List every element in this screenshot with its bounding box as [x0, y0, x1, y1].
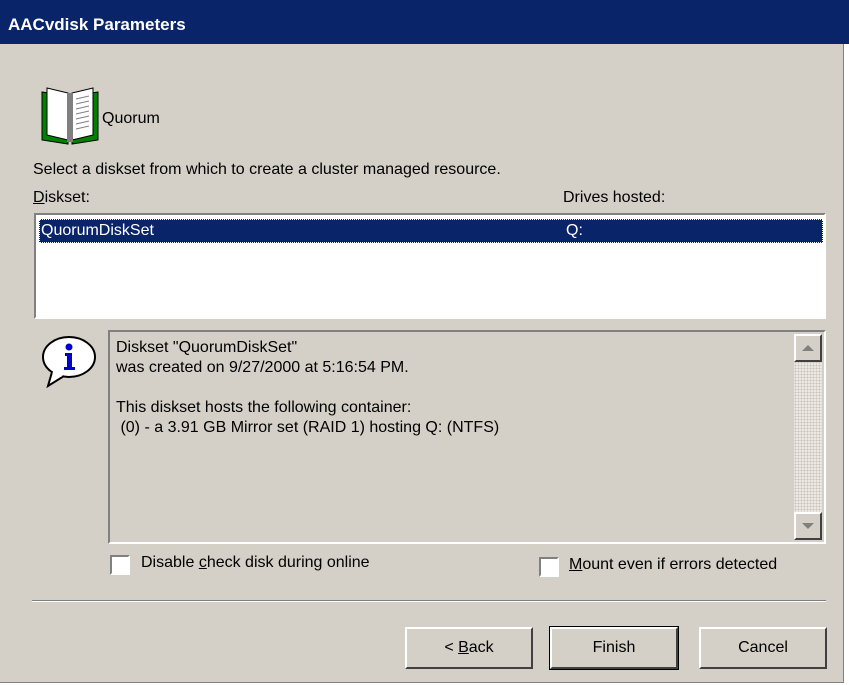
- finish-button[interactable]: Finish: [549, 626, 679, 670]
- chevron-down-icon: [802, 523, 814, 529]
- disable-check-pre: Disable: [141, 554, 199, 571]
- drives-column-header: Drives hosted:: [563, 189, 666, 206]
- window-title: AACvdisk Parameters: [8, 15, 186, 34]
- back-pre: <: [444, 639, 459, 656]
- dialog-window: AACvdisk Parameters Quorum Select a disk…: [0, 0, 849, 683]
- info-line: Diskset "QuorumDiskSet": [116, 339, 298, 356]
- mount-even-if-errors-label[interactable]: Mount even if errors detected: [569, 556, 777, 574]
- instructions-text: Select a diskset from which to create a …: [33, 161, 501, 178]
- back-mnemonic: B: [458, 639, 469, 656]
- disable-check-disk-label[interactable]: Disable check disk during online: [141, 554, 370, 572]
- disable-check-disk-checkbox[interactable]: [110, 555, 130, 575]
- scroll-down-button[interactable]: [794, 512, 822, 540]
- diskset-listbox[interactable]: QuorumDiskSet Q:: [34, 213, 826, 319]
- diskset-header-mnemonic: D: [33, 189, 45, 206]
- back-button[interactable]: < Back: [405, 627, 533, 669]
- mount-errors-post: ount even if errors detected: [582, 556, 778, 573]
- info-scrollbar[interactable]: [794, 334, 822, 540]
- disable-check-mnemonic: c: [198, 554, 207, 571]
- separator: [32, 600, 826, 602]
- disable-check-post: heck disk during online: [206, 554, 370, 571]
- diskset-info-box: Diskset "QuorumDiskSet" was created on 9/…: [108, 330, 826, 544]
- info-line: [116, 378, 499, 398]
- diskset-column-header: Diskset:: [33, 189, 90, 207]
- info-line: was created on 9/27/2000 at 5:16:54 PM.: [116, 359, 409, 376]
- mount-even-if-errors-checkbox[interactable]: [539, 557, 559, 577]
- scroll-up-button[interactable]: [794, 334, 822, 362]
- info-icon: [42, 336, 96, 388]
- cancel-button[interactable]: Cancel: [699, 627, 827, 669]
- mount-errors-mnemonic: M: [569, 556, 583, 573]
- title-bar[interactable]: AACvdisk Parameters: [0, 0, 849, 44]
- info-line: This diskset hosts the following contain…: [116, 399, 412, 416]
- book-icon: [41, 87, 99, 145]
- info-text: Diskset "QuorumDiskSet" was created on 9/…: [116, 338, 499, 438]
- back-post: ack: [468, 639, 494, 656]
- info-line: (0) - a 3.91 GB Mirror set (RAID 1) host…: [116, 419, 500, 436]
- list-item[interactable]: QuorumDiskSet Q:: [39, 219, 823, 243]
- drives-hosted-cell: Q:: [566, 222, 583, 239]
- chevron-up-icon: [802, 345, 814, 351]
- resource-name: Quorum: [102, 110, 160, 127]
- diskset-name-cell: QuorumDiskSet: [41, 222, 154, 239]
- diskset-header-post: iskset:: [44, 189, 90, 206]
